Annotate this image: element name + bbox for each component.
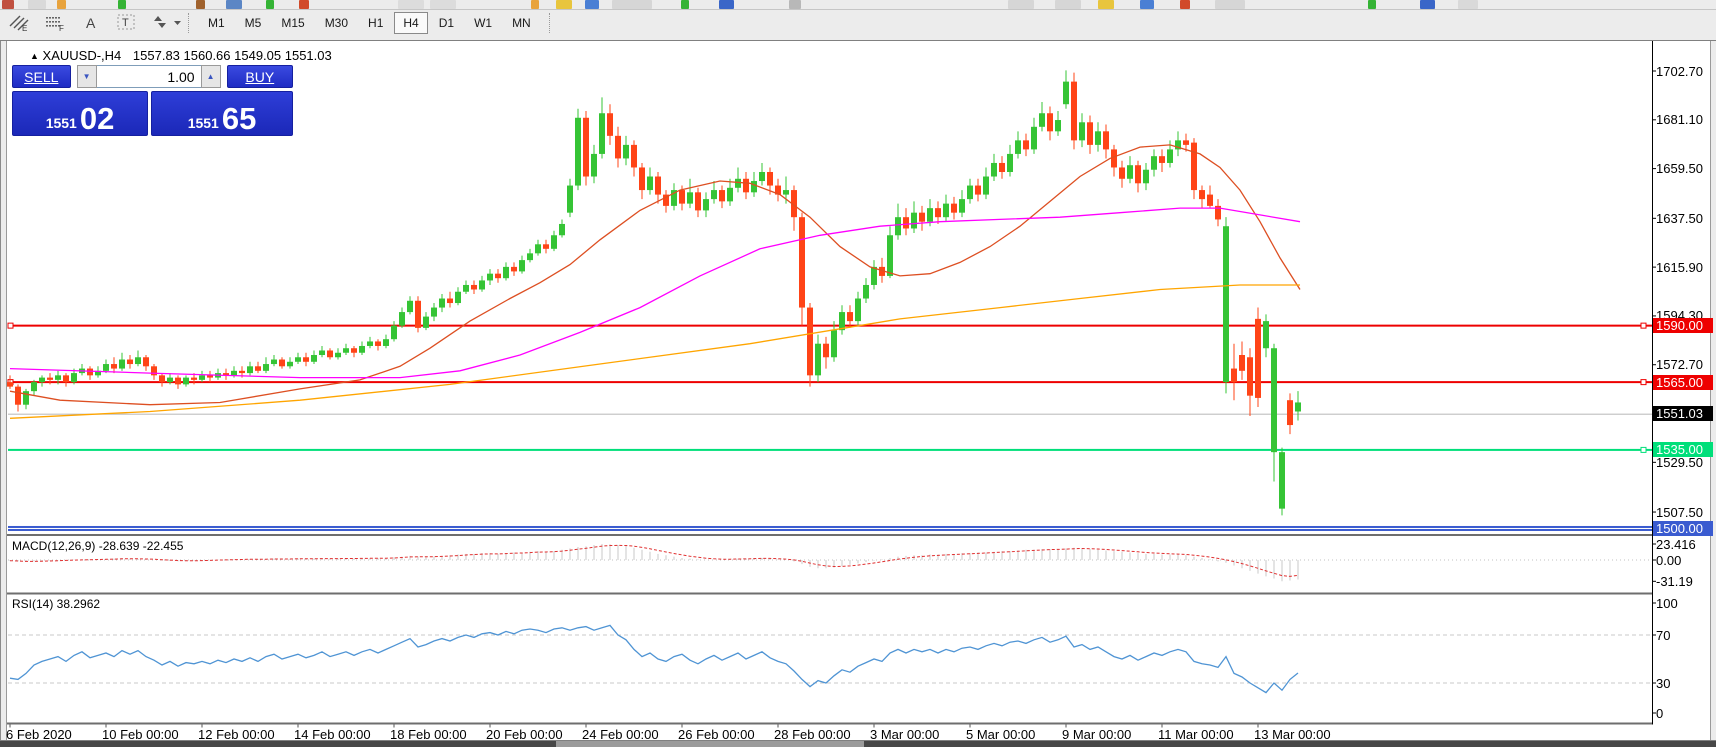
toolbar-icon-fragment [1180, 0, 1190, 9]
volume-input[interactable] [97, 65, 201, 88]
chart-window: ▲ XAUUSD-,H4 1557.83 1560.66 1549.05 155… [0, 40, 1716, 741]
toolbar-icon-fragment [2, 0, 14, 9]
macd-axis-label: 23.416 [1656, 537, 1696, 552]
sell-price-small: 1551 [46, 116, 77, 130]
toolbar-icon-fragment [1215, 0, 1245, 9]
macd-indicator-label: MACD(12,26,9) -28.639 -22.455 [12, 539, 183, 553]
toolbar-icon-fragment [196, 0, 205, 9]
toolbar-icon-fragment [299, 0, 309, 9]
toolbar-icon-fragment [226, 0, 242, 9]
timeframe-button-h1[interactable]: H1 [359, 12, 392, 34]
symbol-period-label: XAUUSD-,H4 [43, 48, 122, 63]
status-strip-segment [0, 741, 556, 747]
price-level-label: 1590.00 [1653, 318, 1713, 333]
toolbar-icon-fragment [1055, 0, 1081, 9]
status-strip-segment [556, 741, 864, 747]
rsi-axis-label: 0 [1656, 706, 1663, 721]
price-level-label: 1500.00 [1653, 521, 1713, 536]
price-tick-label: 1681.10 [1656, 112, 1703, 127]
chart-canvas[interactable] [0, 41, 1716, 741]
sell-price-big: 02 [80, 103, 114, 134]
price-tick-label: 1615.90 [1656, 260, 1703, 275]
buy-button[interactable]: BUY [227, 65, 293, 88]
timeframe-button-m15[interactable]: M15 [272, 12, 313, 34]
timeframe-button-m5[interactable]: M5 [236, 12, 271, 34]
toolbar-icon-fragment [118, 0, 126, 9]
price-tick-label: 1572.70 [1656, 357, 1703, 372]
mt4-window: E F A T M1M5M15M30H1H4D1W1MN ▲ XAUUSD-,H4 15… [0, 0, 1716, 747]
svg-text:E: E [22, 24, 27, 32]
price-tick-label: 1659.50 [1656, 161, 1703, 176]
text-annotation-icon[interactable]: A [78, 12, 108, 34]
toolbar-group-separator [549, 13, 551, 33]
toolbar-icon-fragment [1458, 0, 1478, 9]
toolbar-icon-fragment [430, 0, 456, 9]
toolbar-icon-fragment [1008, 0, 1034, 9]
timeframe-button-w1[interactable]: W1 [465, 12, 501, 34]
svg-text:F: F [59, 24, 64, 32]
ohlc-values: 1557.83 1560.66 1549.05 1551.03 [133, 48, 332, 63]
draw-hatch-e-icon[interactable]: E [6, 12, 36, 34]
line-studies-toolbar: E F A T M1M5M15M30H1H4D1W1MN [0, 10, 1716, 36]
timeframe-button-h4[interactable]: H4 [394, 12, 427, 34]
toolbar-icon-fragment [398, 0, 424, 9]
text-label-icon[interactable]: T [114, 12, 144, 34]
collapse-arrow-icon[interactable]: ▲ [30, 51, 39, 61]
price-tick-label: 1702.70 [1656, 64, 1703, 79]
toolbar-icon-fragment [556, 0, 572, 9]
macd-axis-label: -31.19 [1656, 574, 1693, 589]
toolbar-icon-fragment [531, 0, 539, 9]
arrows-dropdown-icon[interactable] [150, 12, 180, 34]
bid-price-label: 1551.03 [1653, 406, 1713, 421]
price-level-label: 1565.00 [1653, 375, 1713, 390]
sell-button[interactable]: SELL [12, 65, 71, 88]
macd-axis-label: 0.00 [1656, 553, 1681, 568]
buy-price-display[interactable]: 1551 65 [151, 91, 293, 136]
timeframe-button-mn[interactable]: MN [503, 12, 540, 34]
price-tick-label: 1529.50 [1656, 455, 1703, 470]
rsi-indicator-label: RSI(14) 38.2962 [12, 597, 100, 611]
toolbar-icon-fragment [1420, 0, 1435, 9]
toolbar-icon-fragment [266, 0, 274, 9]
price-tick-label: 1507.50 [1656, 505, 1703, 520]
rsi-axis-label: 70 [1656, 628, 1670, 643]
toolbar-icon-fragment [681, 0, 689, 9]
toolbar-icon-fragment [1098, 0, 1114, 9]
toolbar-icon-fragment [1368, 0, 1376, 9]
svg-text:A: A [86, 15, 96, 31]
status-strip-segment [864, 741, 1716, 747]
svg-text:T: T [122, 17, 129, 29]
volume-decrease-button[interactable]: ▼ [77, 65, 97, 88]
price-tick-label: 1637.50 [1656, 211, 1703, 226]
toolbar-icon-fragment [57, 0, 66, 9]
timeframe-button-d1[interactable]: D1 [430, 12, 463, 34]
toolbar-icon-fragment [1140, 0, 1154, 9]
volume-increase-button[interactable]: ▲ [201, 65, 221, 88]
toolbar-icon-fragment [612, 0, 652, 9]
fibonacci-f-icon[interactable]: F [42, 12, 72, 34]
buy-price-big: 65 [222, 103, 256, 134]
toolbar-icon-fragment [719, 0, 734, 9]
buy-price-small: 1551 [188, 116, 219, 130]
price-level-label: 1535.00 [1653, 442, 1713, 457]
timeframe-button-m30[interactable]: M30 [316, 12, 357, 34]
toolbar-group-separator [188, 13, 190, 33]
one-click-trading-panel: SELL ▼ ▲ BUY 1551 02 1551 65 [12, 65, 293, 136]
status-strip [0, 741, 1716, 747]
sell-price-display[interactable]: 1551 02 [12, 91, 148, 136]
toolbar-icon-fragment [28, 0, 46, 9]
toolbar-clipped-row [0, 0, 1716, 9]
timeframe-button-m1[interactable]: M1 [199, 12, 234, 34]
rsi-axis-label: 100 [1656, 596, 1678, 611]
toolbar-icon-fragment [585, 0, 599, 9]
rsi-axis-label: 30 [1656, 676, 1670, 691]
chart-title: ▲ XAUUSD-,H4 1557.83 1560.66 1549.05 155… [30, 48, 332, 63]
toolbar-icon-fragment [789, 0, 801, 9]
